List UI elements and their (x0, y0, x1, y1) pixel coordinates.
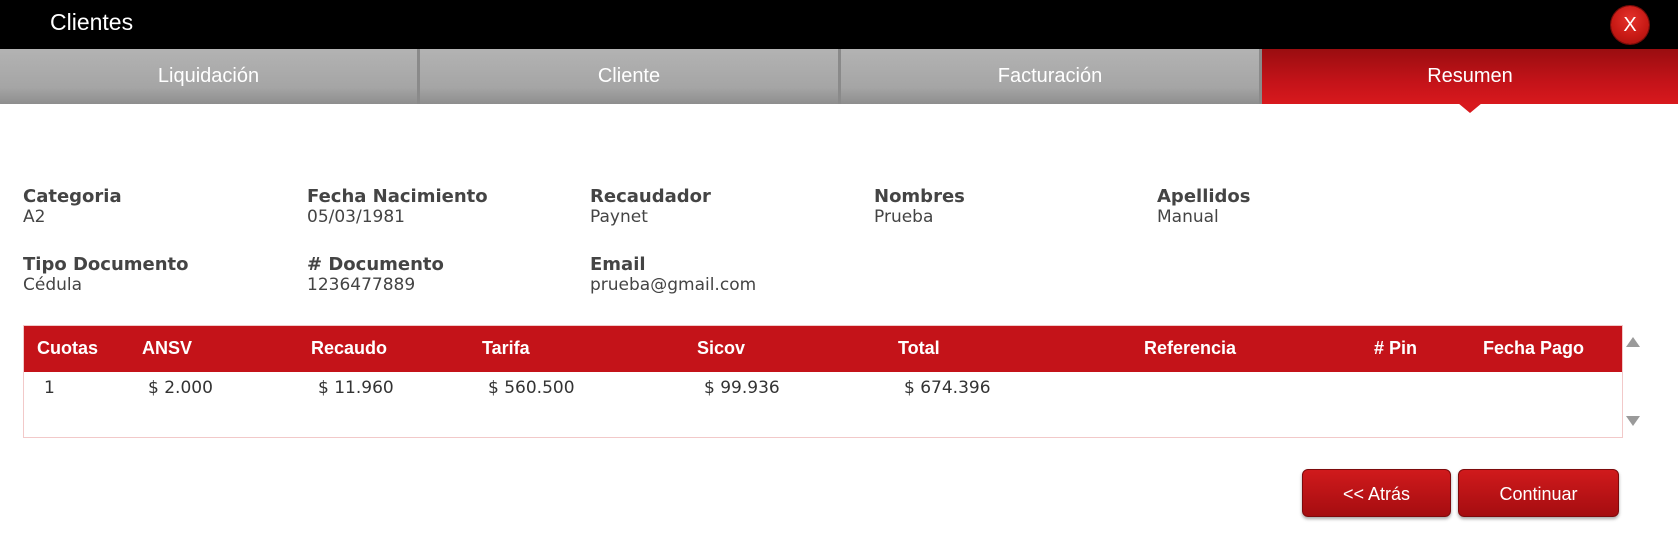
field-label: Categoria (23, 186, 122, 207)
scroll-down-arrow-icon[interactable] (1626, 416, 1640, 426)
field-recaudador: Recaudador Paynet (590, 186, 711, 228)
continue-button[interactable]: Continuar (1458, 469, 1619, 517)
window-title: Clientes (50, 9, 134, 35)
cell-total: $ 674.396 (904, 378, 991, 398)
field-value: Prueba (874, 207, 934, 227)
field-value: 1236477889 (307, 275, 416, 295)
column-header-sicov[interactable]: Sicov (697, 338, 745, 359)
field-label: Nombres (874, 186, 965, 207)
field-label: Apellidos (1157, 186, 1251, 207)
column-header-ansv[interactable]: ANSV (142, 338, 192, 359)
field-value: Cédula (23, 275, 83, 295)
tab-facturacion[interactable]: Facturación (841, 49, 1262, 104)
payments-table: Cuotas ANSV Recaudo Tarifa Sicov Total R… (23, 325, 1623, 438)
column-header-total[interactable]: Total (898, 338, 940, 359)
tab-cliente[interactable]: Cliente (420, 49, 841, 104)
field-value: prueba@gmail.com (590, 275, 757, 295)
field-value: Paynet (590, 207, 648, 227)
field-email: Email prueba@gmail.com (590, 254, 757, 296)
close-button[interactable]: X (1611, 6, 1649, 44)
field-value: Manual (1157, 207, 1219, 227)
column-header-recaudo[interactable]: Recaudo (311, 338, 387, 359)
field-apellidos: Apellidos Manual (1157, 186, 1251, 228)
tab-bar: Liquidación Cliente Facturación Resumen (0, 49, 1678, 113)
field-label: Fecha Nacimiento (307, 186, 488, 207)
scroll-up-arrow-icon[interactable] (1626, 337, 1640, 347)
field-value: A2 (23, 207, 46, 227)
table-header: Cuotas ANSV Recaudo Tarifa Sicov Total R… (24, 326, 1622, 372)
tab-resumen[interactable]: Resumen (1262, 49, 1678, 113)
field-tipo-documento: Tipo Documento Cédula (23, 254, 189, 296)
column-header-referencia[interactable]: Referencia (1144, 338, 1236, 359)
cell-recaudo: $ 11.960 (318, 378, 394, 398)
field-nombres: Nombres Prueba (874, 186, 965, 228)
field-categoria: Categoria A2 (23, 186, 122, 228)
field-label: # Documento (307, 254, 444, 275)
field-label: Recaudador (590, 186, 711, 207)
cell-tarifa: $ 560.500 (488, 378, 575, 398)
field-fecha-nacimiento: Fecha Nacimiento 05/03/1981 (307, 186, 488, 228)
cell-ansv: $ 2.000 (148, 378, 213, 398)
back-button[interactable]: << Atrás (1302, 469, 1451, 517)
tab-liquidacion[interactable]: Liquidación (0, 49, 420, 104)
column-header-pin[interactable]: # Pin (1374, 338, 1417, 359)
column-header-cuotas[interactable]: Cuotas (37, 338, 98, 359)
column-header-fecha-pago[interactable]: Fecha Pago (1483, 338, 1584, 359)
cell-cuotas: 1 (44, 378, 55, 398)
cell-sicov: $ 99.936 (704, 378, 780, 398)
field-label: Email (590, 254, 646, 275)
field-documento: # Documento 1236477889 (307, 254, 444, 296)
field-label: Tipo Documento (23, 254, 189, 275)
title-bar: Clientes X (0, 0, 1678, 49)
column-header-tarifa[interactable]: Tarifa (482, 338, 530, 359)
field-value: 05/03/1981 (307, 207, 405, 227)
